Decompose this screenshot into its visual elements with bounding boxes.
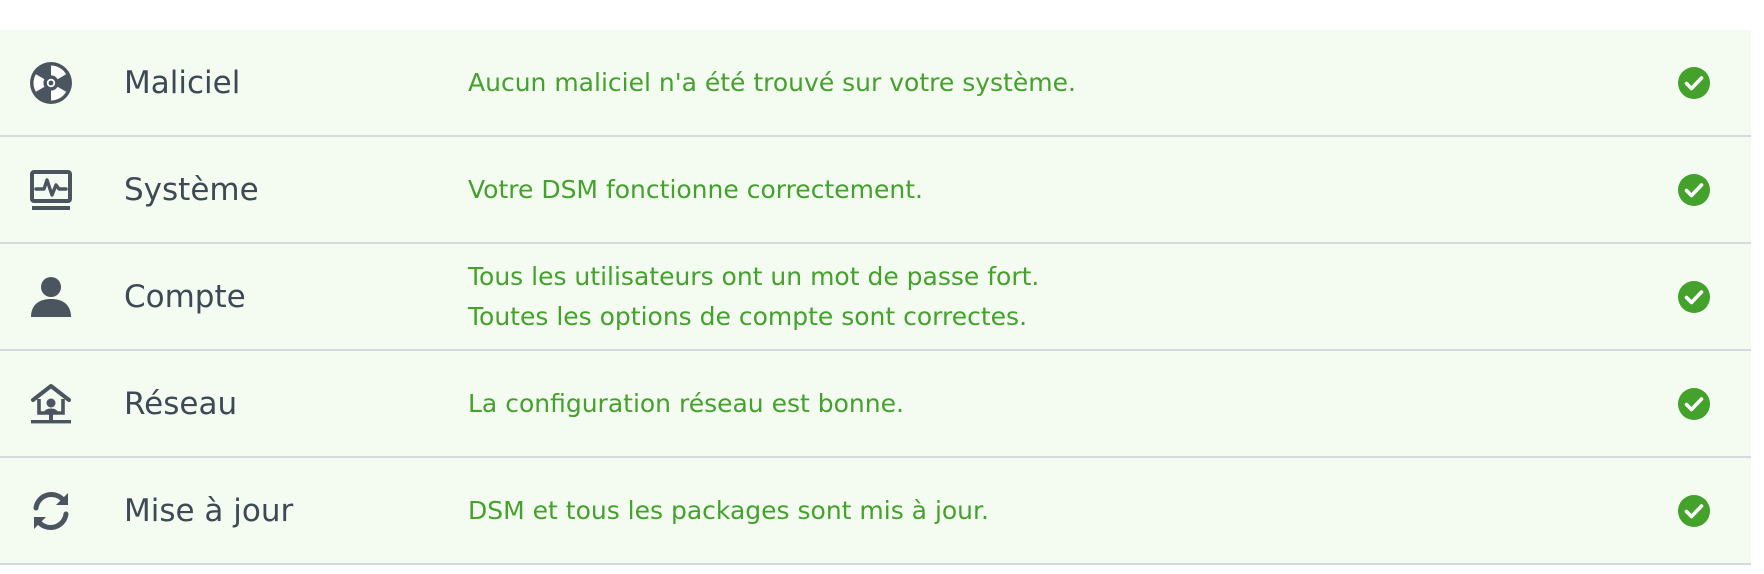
row-update[interactable]: Mise à jour DSM et tous les packages son…	[0, 458, 1751, 565]
row-label: Maliciel	[124, 64, 241, 101]
check-circle-icon	[1677, 387, 1711, 421]
refresh-icon	[26, 486, 76, 536]
system-monitor-icon	[26, 165, 76, 215]
row-messages: DSM et tous les packages sont mis à jour…	[468, 491, 989, 531]
row-messages: Tous les utilisateurs ont un mot de pass…	[468, 257, 1039, 337]
security-check-list: Maliciel Aucun maliciel n'a été trouvé s…	[0, 30, 1751, 565]
row-messages: Votre DSM fonctionne correctement.	[468, 170, 923, 210]
row-message: Tous les utilisateurs ont un mot de pass…	[468, 261, 1040, 291]
row-label: Réseau	[124, 385, 238, 422]
row-label: Mise à jour	[124, 492, 294, 529]
user-icon	[26, 272, 76, 322]
row-label: Système	[124, 171, 259, 208]
row-message: Toutes les options de compte sont correc…	[468, 301, 1028, 331]
row-malware[interactable]: Maliciel Aucun maliciel n'a été trouvé s…	[0, 30, 1751, 137]
row-message: Aucun maliciel n'a été trouvé sur votre …	[468, 67, 1076, 97]
row-messages: La configuration réseau est bonne.	[468, 384, 904, 424]
check-circle-icon	[1677, 173, 1711, 207]
check-circle-icon	[1677, 494, 1711, 528]
row-message: Votre DSM fonctionne correctement.	[468, 174, 923, 204]
row-system[interactable]: Système Votre DSM fonctionne correctemen…	[0, 137, 1751, 244]
row-network[interactable]: Réseau La configuration réseau est bonne…	[0, 351, 1751, 458]
row-message: DSM et tous les packages sont mis à jour…	[468, 495, 989, 525]
radiation-icon	[26, 58, 76, 108]
row-label: Compte	[124, 278, 246, 315]
check-circle-icon	[1677, 66, 1711, 100]
network-home-icon	[26, 379, 76, 429]
check-circle-icon	[1677, 280, 1711, 314]
row-message: La configuration réseau est bonne.	[468, 388, 904, 418]
row-account[interactable]: Compte Tous les utilisateurs ont un mot …	[0, 244, 1751, 351]
row-messages: Aucun maliciel n'a été trouvé sur votre …	[468, 63, 1076, 103]
